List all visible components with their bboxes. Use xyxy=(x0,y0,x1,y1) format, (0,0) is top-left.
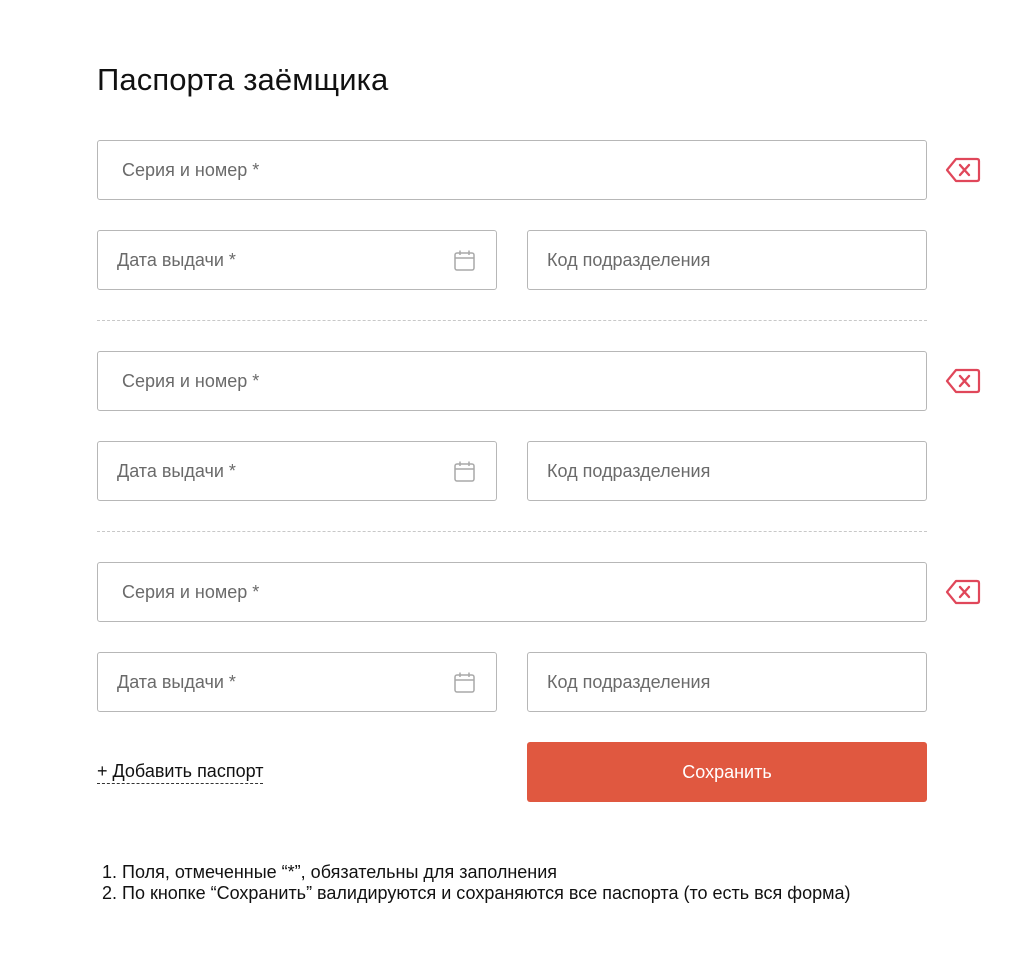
serial-number-placeholder: Серия и номер * xyxy=(122,370,260,391)
division-code-placeholder: Код подразделения xyxy=(547,249,711,270)
division-code-field[interactable]: Код подразделения xyxy=(527,652,927,712)
note-item: 1. Поля, отмеченные “*”, обязательны для… xyxy=(102,862,558,882)
delete-passport-button[interactable] xyxy=(945,157,981,183)
calendar-icon[interactable] xyxy=(454,461,475,482)
delete-passport-button[interactable] xyxy=(945,368,981,394)
issue-date-placeholder: Дата выдачи * xyxy=(117,460,236,481)
note-item: 2. По кнопке “Сохранить” валидируются и … xyxy=(102,883,851,903)
page-title: Паспорта заёмщика xyxy=(97,62,389,97)
division-code-field[interactable]: Код подразделения xyxy=(527,441,927,501)
division-code-placeholder: Код подразделения xyxy=(547,671,711,692)
serial-number-field[interactable]: Серия и номер * xyxy=(97,562,927,622)
backspace-delete-icon xyxy=(945,579,981,605)
issue-date-placeholder: Дата выдачи * xyxy=(117,249,236,270)
save-button[interactable]: Сохранить xyxy=(527,742,927,802)
division-code-field[interactable]: Код подразделения xyxy=(527,230,927,290)
passport-divider xyxy=(97,320,927,321)
calendar-icon[interactable] xyxy=(454,672,475,693)
add-passport-link[interactable]: + Добавить паспорт xyxy=(97,760,264,784)
serial-number-field[interactable]: Серия и номер * xyxy=(97,351,927,411)
issue-date-field[interactable]: Дата выдачи * xyxy=(97,441,497,501)
calendar-icon[interactable] xyxy=(454,250,475,271)
backspace-delete-icon xyxy=(945,368,981,394)
serial-number-placeholder: Серия и номер * xyxy=(122,581,260,602)
division-code-placeholder: Код подразделения xyxy=(547,460,711,481)
delete-passport-button[interactable] xyxy=(945,579,981,605)
issue-date-field[interactable]: Дата выдачи * xyxy=(97,230,497,290)
notes-list: 1. Поля, отмеченные “*”, обязательны для… xyxy=(102,862,850,904)
backspace-delete-icon xyxy=(945,157,981,183)
serial-number-placeholder: Серия и номер * xyxy=(122,159,260,180)
serial-number-field[interactable]: Серия и номер * xyxy=(97,140,927,200)
issue-date-field[interactable]: Дата выдачи * xyxy=(97,652,497,712)
issue-date-placeholder: Дата выдачи * xyxy=(117,671,236,692)
passport-divider xyxy=(97,531,927,532)
